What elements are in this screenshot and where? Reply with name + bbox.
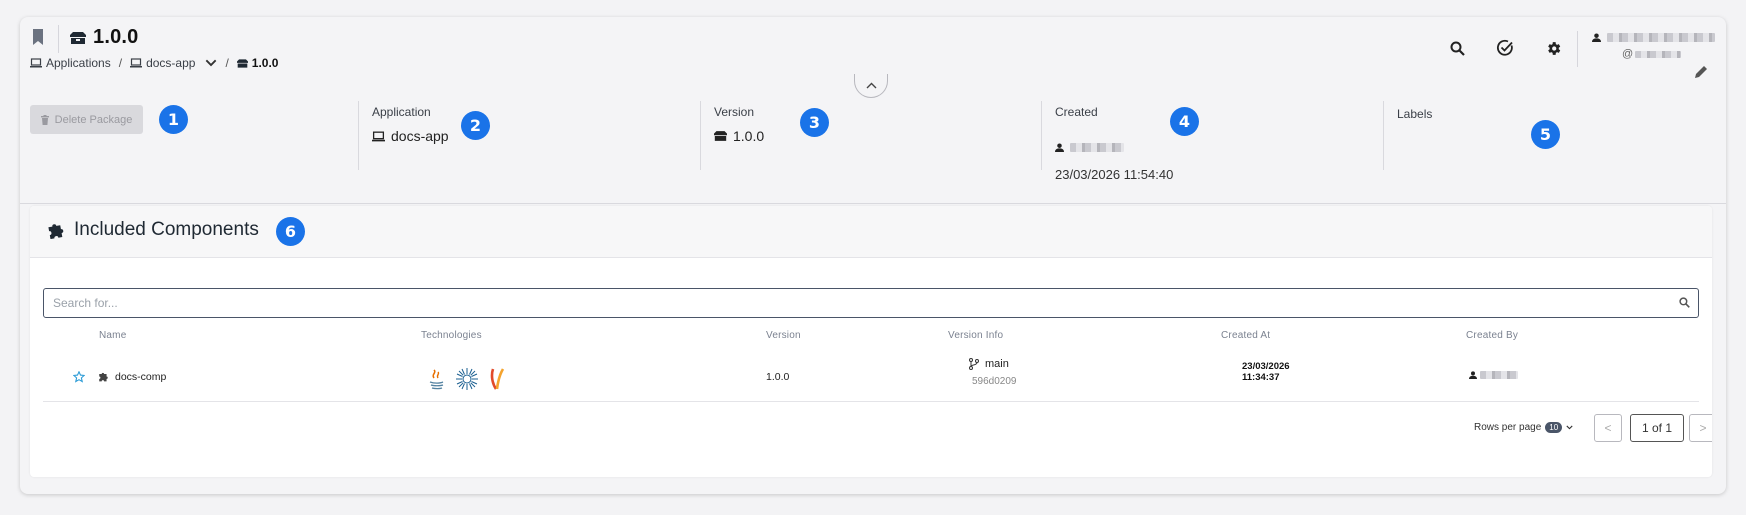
chevron-down-icon[interactable] xyxy=(205,58,217,68)
rows-per-page-value[interactable]: 10 xyxy=(1545,422,1563,433)
commit-hash: 596d0209 xyxy=(972,376,1017,387)
laptop-icon xyxy=(130,58,143,68)
delete-package-label: Delete Package xyxy=(54,113,133,126)
tasks-button[interactable] xyxy=(1494,37,1516,59)
header-divider xyxy=(1577,31,1578,67)
maven-icon xyxy=(490,368,505,390)
package-icon xyxy=(714,131,727,141)
labels-label: Labels xyxy=(1397,107,1433,121)
created-by-redacted xyxy=(1070,143,1124,152)
column-header-version[interactable]: Version xyxy=(766,330,801,341)
version-label: Version xyxy=(714,105,755,119)
branch-name: main xyxy=(985,358,1009,370)
previous-page-button[interactable]: < xyxy=(1594,414,1622,442)
column-divider xyxy=(358,101,359,170)
laptop-icon xyxy=(372,131,385,141)
user-name-redacted xyxy=(1607,33,1715,42)
bookmark-icon[interactable] xyxy=(32,29,44,45)
created-date: 23/03/2026 11:54:40 xyxy=(1055,167,1174,182)
column-divider xyxy=(700,101,701,170)
page-title: 1.0.0 xyxy=(93,26,139,48)
rows-per-page-label: Rows per page xyxy=(1474,422,1542,433)
created-by-cell xyxy=(1469,371,1518,379)
puzzle-icon xyxy=(48,224,64,239)
callout-marker-3: 3 xyxy=(800,108,829,137)
settings-button[interactable] xyxy=(1542,37,1564,59)
breadcrumb-current: 1.0.0 xyxy=(236,56,279,70)
breadcrumb-separator: / xyxy=(118,56,123,70)
application-value[interactable]: docs-app xyxy=(372,128,449,144)
pencil-icon[interactable] xyxy=(1694,65,1708,79)
title-row: 1.0.0 xyxy=(70,26,138,49)
included-components-panel: Included Components Name Technologies Ve… xyxy=(30,206,1712,477)
breadcrumb-application[interactable]: docs-app xyxy=(130,56,217,70)
gear-icon xyxy=(1547,41,1560,55)
branch-info: main xyxy=(969,358,1009,370)
header-divider xyxy=(58,25,59,53)
java-icon xyxy=(429,369,444,390)
component-search xyxy=(43,288,1699,318)
search-input[interactable] xyxy=(44,289,1664,317)
puzzle-icon xyxy=(99,372,108,382)
breadcrumb-label: Applications xyxy=(46,56,111,70)
callout-marker-4: 4 xyxy=(1170,107,1199,136)
created-at-date: 23/03/2026 xyxy=(1242,361,1290,372)
created-at: 23/03/2026 11:34:37 xyxy=(1242,361,1290,383)
search-icon[interactable] xyxy=(1679,297,1690,308)
git-branch-icon xyxy=(969,358,979,370)
search-button[interactable] xyxy=(1446,37,1468,59)
page-header: 1.0.0 Applications / docs-app / 1.0.0 @ xyxy=(20,17,1726,77)
panel-title: Included Components xyxy=(47,219,259,241)
check-circle-icon xyxy=(1497,39,1513,56)
callout-marker-2: 2 xyxy=(461,111,490,140)
table-row[interactable] xyxy=(43,351,1699,402)
column-divider xyxy=(1041,101,1042,170)
user-handle-redacted xyxy=(1635,50,1682,58)
application-name: docs-app xyxy=(391,128,449,144)
package-card: 1.0.0 Applications / docs-app / 1.0.0 @ … xyxy=(20,17,1726,494)
next-page-button[interactable]: > xyxy=(1689,414,1712,442)
search-icon xyxy=(1450,41,1465,56)
user-icon xyxy=(1592,33,1601,42)
laptop-icon xyxy=(30,58,42,68)
package-info: Delete Package Application docs-app Vers… xyxy=(20,77,1726,204)
callout-marker-1: 1 xyxy=(159,105,188,134)
breadcrumb-label: docs-app xyxy=(146,56,196,70)
column-header-version-info[interactable]: Version Info xyxy=(948,330,1003,341)
breadcrumb-applications[interactable]: Applications xyxy=(30,56,111,70)
trash-icon xyxy=(40,114,49,125)
breadcrumb-label: 1.0.0 xyxy=(251,56,279,70)
user-handle-prefix: @ xyxy=(1622,48,1634,60)
column-header-created-by[interactable]: Created By xyxy=(1466,330,1518,341)
created-at-time: 11:34:37 xyxy=(1242,372,1280,383)
component-name[interactable]: docs-comp xyxy=(115,371,166,383)
component-version: 1.0.0 xyxy=(766,371,790,383)
page-indicator: 1 of 1 xyxy=(1630,414,1684,442)
callout-marker-6: 6 xyxy=(276,217,305,246)
version-text: 1.0.0 xyxy=(733,128,765,144)
helm-icon xyxy=(456,368,478,390)
version-value: 1.0.0 xyxy=(714,128,764,144)
user-menu[interactable]: @ xyxy=(1592,33,1717,69)
star-icon[interactable] xyxy=(73,371,85,383)
package-icon xyxy=(236,58,248,68)
chevron-down-icon xyxy=(1566,425,1573,430)
created-label: Created xyxy=(1055,105,1098,119)
column-divider xyxy=(1383,101,1384,170)
user-icon xyxy=(1469,371,1477,379)
delete-package-button[interactable]: Delete Package xyxy=(30,105,143,134)
created-by xyxy=(1055,143,1124,152)
callout-marker-5: 5 xyxy=(1531,120,1560,149)
rows-per-page[interactable]: Rows per page 10 xyxy=(1474,422,1573,433)
package-icon xyxy=(70,31,86,44)
breadcrumb: Applications / docs-app / 1.0.0 xyxy=(30,56,278,70)
created-by-redacted xyxy=(1480,371,1518,379)
column-header-created-at[interactable]: Created At xyxy=(1221,330,1270,341)
user-icon xyxy=(1055,143,1064,152)
column-header-technologies[interactable]: Technologies xyxy=(421,330,482,341)
application-label: Application xyxy=(372,105,431,119)
column-header-name[interactable]: Name xyxy=(99,330,126,341)
breadcrumb-separator: / xyxy=(225,56,229,70)
panel-title-text: Included Components xyxy=(74,219,259,240)
